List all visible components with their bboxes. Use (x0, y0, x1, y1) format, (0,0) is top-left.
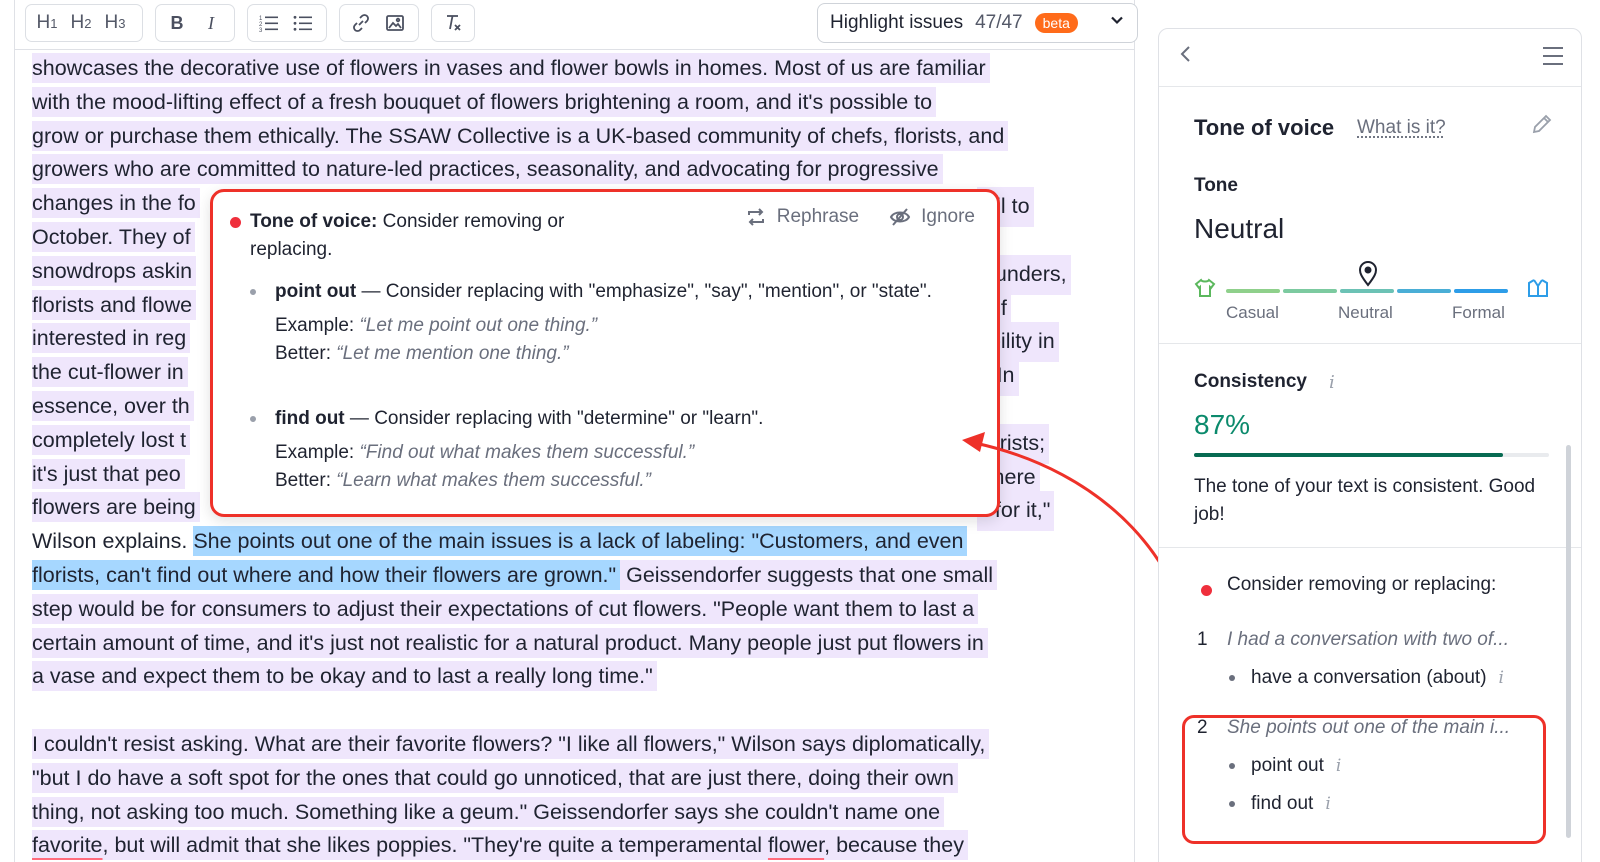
text-line: Wilson explains. She points out one of t… (32, 525, 1122, 559)
selected-sentence: florists, can't find out where and how t… (32, 560, 620, 590)
suit-icon (1527, 277, 1549, 299)
issue-snippet: I had a conversation with two of... (1227, 629, 1509, 651)
issues-count: 47/47 (975, 12, 1023, 34)
tooltip-title: Tone of voice: Consider removing or repl… (250, 208, 640, 264)
chevron-down-icon (1109, 12, 1125, 34)
eye-off-icon (889, 206, 911, 228)
pencil-icon[interactable] (1531, 113, 1553, 135)
editor-border-right (1134, 0, 1135, 862)
divider (1159, 547, 1581, 548)
text-line: step would be for consumers to adjust th… (32, 593, 1122, 627)
tone-value: Neutral (1194, 213, 1284, 245)
format-group: B I (155, 4, 235, 42)
editor-border-left (14, 0, 15, 862)
panel-title: Tone of voice (1194, 115, 1334, 141)
editor-toolbar: H1 H2 H3 B I 123 Highlight issues 47/47 … (15, 0, 1134, 50)
scale-segment (1454, 289, 1508, 293)
text-line: growers who are committed to nature-led … (32, 153, 1122, 187)
ordered-list-icon: 123 (259, 13, 279, 33)
chevron-left-icon[interactable] (1179, 44, 1193, 70)
scale-segment (1397, 289, 1451, 293)
paragraph-gap (32, 694, 1122, 728)
issue-tooltip: Tone of voice: Consider removing or repl… (210, 189, 1000, 517)
text-line: a vase and expect them to be okay and to… (32, 660, 1122, 694)
suggestion-term: point out (275, 281, 356, 302)
consistency-bar (1194, 453, 1549, 457)
scale-label-formal: Formal (1452, 303, 1505, 323)
issue-highlight-box (1182, 715, 1546, 844)
ignore-button[interactable]: Ignore (889, 206, 975, 228)
heading-2-button[interactable]: H2 (66, 8, 96, 38)
location-pin-icon (1357, 261, 1379, 287)
scale-segment (1340, 289, 1394, 293)
selected-sentence: She points out one of the main issues is… (193, 526, 967, 556)
text-line: "but I do have a soft spot for the ones … (32, 762, 1122, 796)
heading-group: H1 H2 H3 (25, 4, 143, 42)
menu-icon[interactable] (1543, 47, 1563, 71)
image-icon (385, 13, 405, 33)
suggestion-term: find out (275, 408, 345, 429)
scale-segment (1283, 289, 1337, 293)
suggestion-item: point out — Consider replacing with "emp… (250, 278, 950, 368)
bullet-list-icon (293, 13, 313, 33)
flagged-word: flower (768, 833, 824, 857)
image-button[interactable] (380, 8, 410, 38)
ordered-list-button[interactable]: 123 (254, 8, 284, 38)
rephrase-button[interactable]: Rephrase (745, 206, 859, 228)
italic-button[interactable]: I (196, 8, 226, 38)
scale-label-neutral: Neutral (1338, 303, 1393, 323)
panel-header (1159, 29, 1581, 87)
text-line: florists, can't find out where and how t… (32, 559, 1122, 593)
text-line: I couldn't resist asking. What are their… (32, 728, 1122, 762)
bullet-list-button[interactable] (288, 8, 318, 38)
clear-group (431, 4, 475, 42)
bold-button[interactable]: B (162, 8, 192, 38)
tooltip-actions: Rephrase Ignore (745, 206, 975, 228)
text-line: thing, not asking too much. Something li… (32, 796, 1122, 830)
clear-format-icon (443, 13, 463, 33)
list-group: 123 (247, 4, 327, 42)
svg-text:3: 3 (259, 28, 263, 33)
suggestion-item: find out — Consider replacing with "dete… (250, 405, 950, 495)
consistency-bar-fill (1194, 453, 1503, 457)
text-line: with the mood-lifting effect of a fresh … (32, 86, 1122, 120)
scale-label-casual: Casual (1226, 303, 1279, 323)
what-is-it-link[interactable]: What is it? (1357, 117, 1446, 139)
link-button[interactable] (346, 8, 376, 38)
tone-label: Tone (1194, 175, 1238, 197)
beta-badge: beta (1035, 13, 1078, 33)
clear-format-button[interactable] (438, 8, 468, 38)
text-line: grow or purchase them ethically. The SSA… (32, 120, 1122, 154)
heading-1-button[interactable]: H1 (32, 8, 62, 38)
consistency-label: Consistency (1194, 371, 1307, 393)
tshirt-icon (1194, 277, 1216, 299)
scale-segment (1226, 289, 1280, 293)
issue-sub-item[interactable]: have a conversation (about) i (1229, 667, 1504, 689)
highlight-issues-label: Highlight issues (830, 12, 963, 34)
text-line: certain amount of time, and it's just no… (32, 627, 1122, 661)
panel-scrollbar[interactable] (1566, 445, 1571, 838)
text-line: favorite, but will admit that she likes … (32, 829, 1122, 862)
text-line: showcases the decorative use of flowers … (32, 52, 1122, 86)
link-icon (351, 13, 371, 33)
highlight-issues-dropdown[interactable]: Highlight issues 47/47 beta (817, 3, 1138, 43)
info-icon[interactable]: i (1329, 372, 1335, 393)
issue-dot (230, 217, 241, 228)
info-icon[interactable]: i (1499, 668, 1504, 688)
issue-heading: Consider removing or replacing: (1227, 574, 1496, 596)
rephrase-icon (745, 206, 767, 228)
insert-group (339, 4, 419, 42)
issue-number: 1 (1197, 629, 1208, 651)
issue-dot (1201, 585, 1212, 596)
consistency-value: 87% (1194, 409, 1250, 441)
bullet (250, 416, 256, 422)
tone-scale: Casual Neutral Formal (1194, 261, 1549, 321)
flagged-word: favorite (32, 833, 103, 857)
bullet (250, 289, 256, 295)
consistency-message: The tone of your text is consistent. Goo… (1194, 473, 1554, 529)
divider (1159, 343, 1581, 344)
heading-3-button[interactable]: H3 (100, 8, 130, 38)
